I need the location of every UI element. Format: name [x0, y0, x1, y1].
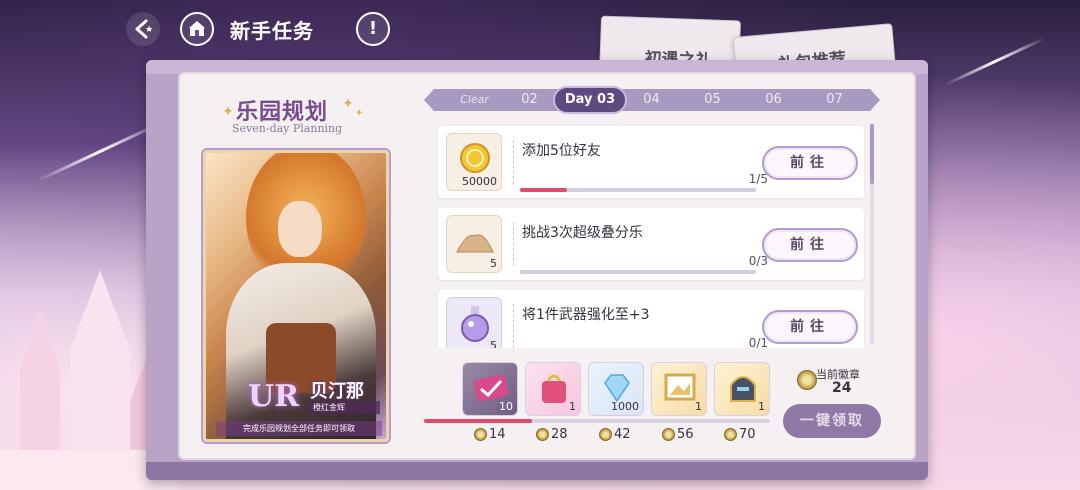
task-progress-text: 1/5	[748, 172, 768, 186]
medal-icon	[599, 427, 612, 441]
task-row: 5 挑战3次超级叠分乐 0/3 前往	[438, 208, 864, 280]
sparkle-icon: ✦	[355, 108, 364, 119]
hero-subtitle: 橙红金辉	[310, 401, 380, 414]
divider	[513, 304, 514, 348]
hero-card[interactable]: UR 贝汀那 橙红金辉 完成乐园规划全部任务即可领取	[203, 150, 389, 442]
milestone-marker: 28	[536, 426, 568, 442]
reward-qty: 1	[695, 400, 702, 413]
milestone-reward[interactable]: 1	[714, 362, 770, 416]
task-progress-fill	[520, 188, 568, 192]
tab-day-clear[interactable]: Clear	[444, 89, 505, 111]
milestone-marker: 56	[662, 426, 694, 442]
task-description: 挑战3次超级叠分乐	[522, 225, 643, 241]
sparkle-icon: ✦	[222, 104, 234, 120]
reward-qty: 1	[569, 400, 576, 413]
tab-day-06[interactable]: 06	[743, 89, 804, 111]
castle-home-icon	[189, 21, 205, 36]
back-button[interactable]	[126, 12, 160, 46]
info-button[interactable]: !	[356, 12, 390, 46]
reward-qty: 1	[758, 400, 765, 413]
scrollbar-thumb[interactable]	[870, 124, 874, 184]
milestone-marker: 70	[724, 426, 756, 442]
top-bar: 新手任务 !	[0, 0, 1080, 58]
milestone-marker: 14	[474, 426, 506, 442]
milestone-value: 28	[551, 426, 568, 442]
task-description: 添加5位好友	[522, 143, 601, 159]
task-reward-icon: 50000	[446, 133, 502, 191]
plan-subtitle: Seven-day Planning	[232, 122, 343, 135]
milestone-reward[interactable]: 10	[462, 362, 518, 416]
task-list[interactable]: 50000 添加5位好友 1/5 前往 5 挑战3次超级叠分乐 0/3 前往 5	[424, 118, 874, 348]
tab-day-03-active[interactable]: Day 03	[553, 86, 627, 114]
milestone-marker: 42	[599, 426, 631, 442]
milestone-reward[interactable]: 1	[525, 362, 581, 416]
task-reward-icon: 5	[446, 215, 502, 273]
sparkle-icon: ✦	[342, 96, 354, 112]
home-button[interactable]	[180, 12, 214, 46]
back-arrow-icon	[135, 19, 153, 39]
medal-icon	[536, 427, 549, 441]
task-reward-qty: 5	[490, 339, 497, 348]
hero-name: 贝汀那	[310, 381, 364, 402]
go-button[interactable]: 前往	[762, 310, 858, 344]
task-progress-text: 0/3	[748, 254, 768, 268]
tab-day-04[interactable]: 04	[621, 89, 682, 111]
task-progress-bar	[520, 270, 756, 274]
reward-qty: 1000	[611, 400, 639, 413]
milestone-reward[interactable]: 1	[651, 362, 707, 416]
milestone-value: 56	[677, 426, 694, 442]
task-description: 将1件武器强化至+3	[522, 307, 650, 323]
tab-day-07[interactable]: 07	[804, 89, 865, 111]
task-reward-icon: 5	[446, 297, 502, 348]
hero-face	[278, 201, 322, 257]
milestone-value: 42	[614, 426, 631, 442]
milestone-reward[interactable]: 1000	[588, 362, 644, 416]
task-row: 50000 添加5位好友 1/5 前往	[438, 126, 864, 198]
rank-badge: UR	[248, 379, 300, 414]
task-reward-qty: 5	[490, 257, 497, 270]
task-row: 5 将1件武器强化至+3 0/1 前往	[438, 290, 864, 348]
page-title: 新手任务	[230, 19, 314, 43]
current-medal-icon	[797, 370, 817, 390]
milestone-progress-fill	[424, 419, 532, 423]
task-progress-bar	[520, 188, 756, 192]
divider	[513, 140, 514, 184]
hero-note: 完成乐园规划全部任务即可领取	[216, 421, 382, 436]
divider	[513, 222, 514, 266]
medal-icon	[662, 427, 675, 441]
info-icon: !	[368, 18, 378, 39]
go-button[interactable]: 前往	[762, 146, 858, 180]
tab-day-05[interactable]: 05	[682, 89, 743, 111]
tab-day-02[interactable]: 02	[499, 89, 560, 111]
milestone-value: 14	[489, 426, 506, 442]
medal-icon	[724, 427, 737, 441]
current-medal-count: 24	[832, 380, 852, 396]
task-progress-text: 0/1	[748, 336, 768, 348]
panel-frame-bottom	[146, 462, 928, 480]
claim-all-button[interactable]: 一键领取	[783, 404, 881, 438]
reward-qty: 10	[499, 400, 513, 413]
milestone-value: 70	[739, 426, 756, 442]
medal-icon	[474, 427, 487, 441]
go-button[interactable]: 前往	[762, 228, 858, 262]
task-reward-qty: 50000	[462, 175, 497, 188]
